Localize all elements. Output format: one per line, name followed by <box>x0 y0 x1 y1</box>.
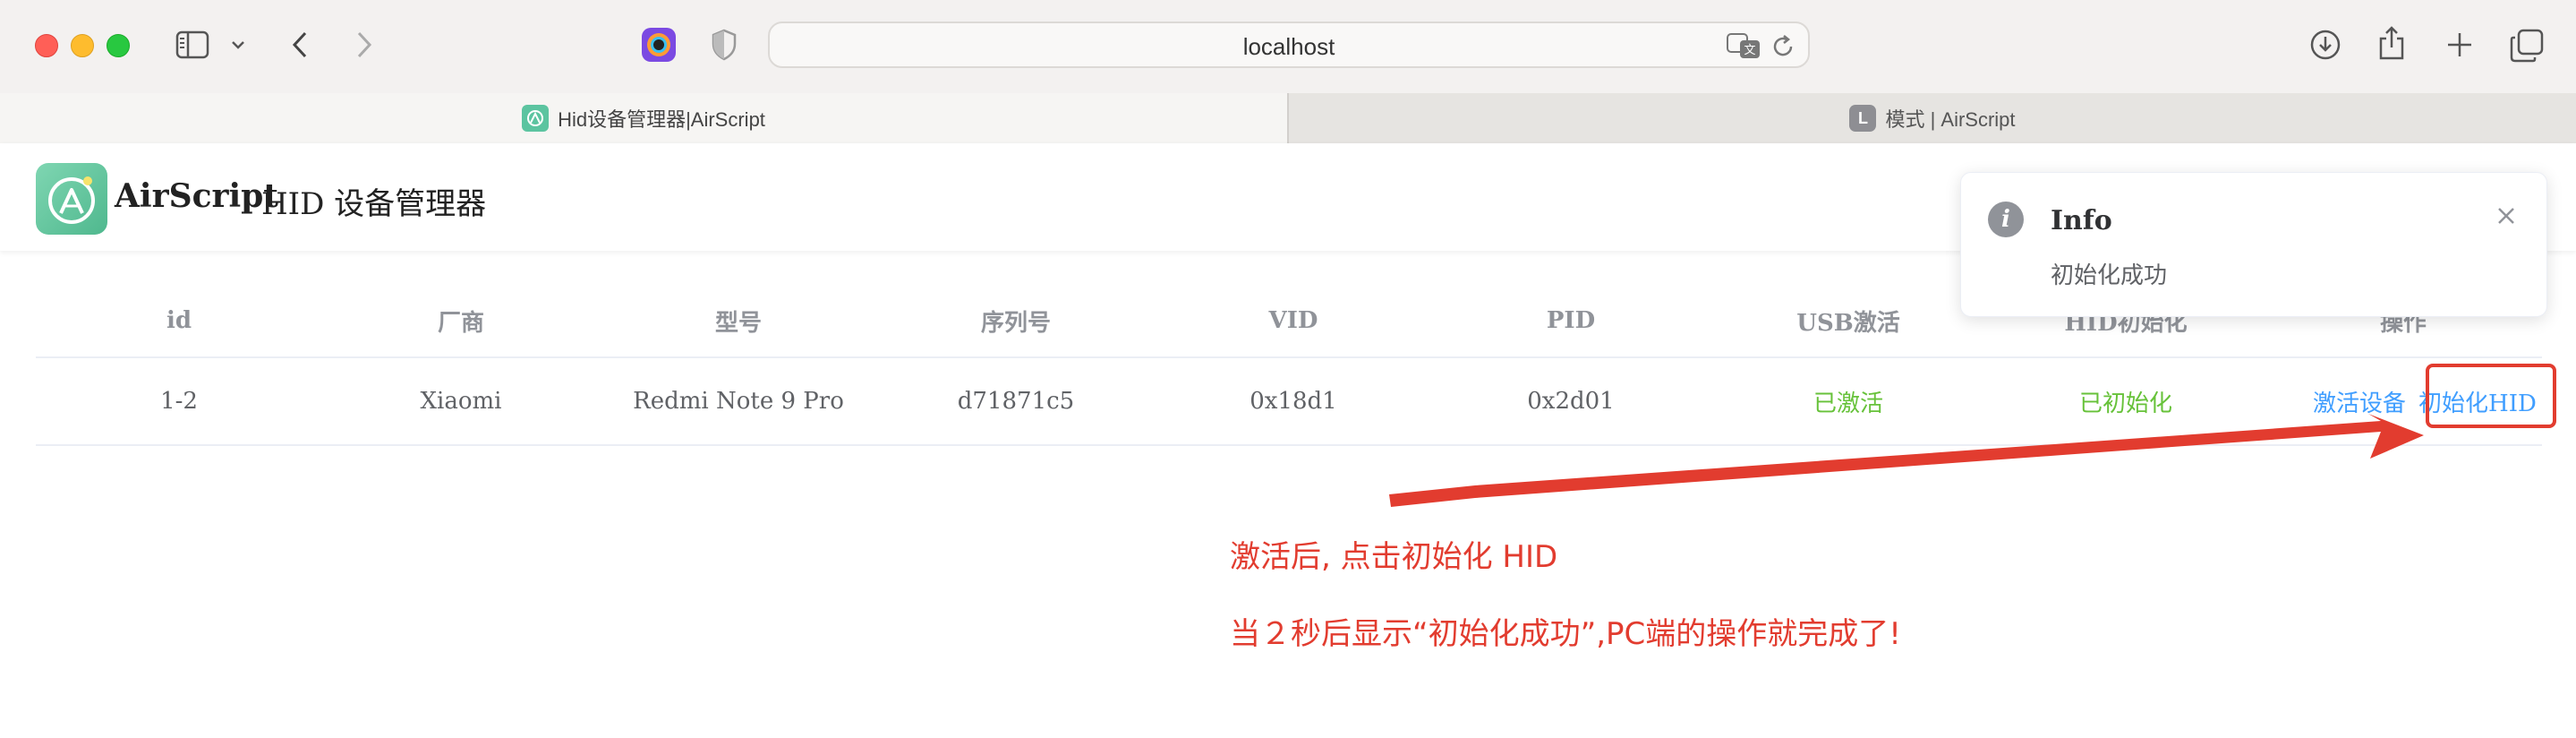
annotation-text-step: 激活后, 点击初始化 HID <box>1230 539 1558 575</box>
annotation-text-result: 当２秒后显示“初始化成功”,PC端的操作就完成了! <box>1230 616 1901 652</box>
